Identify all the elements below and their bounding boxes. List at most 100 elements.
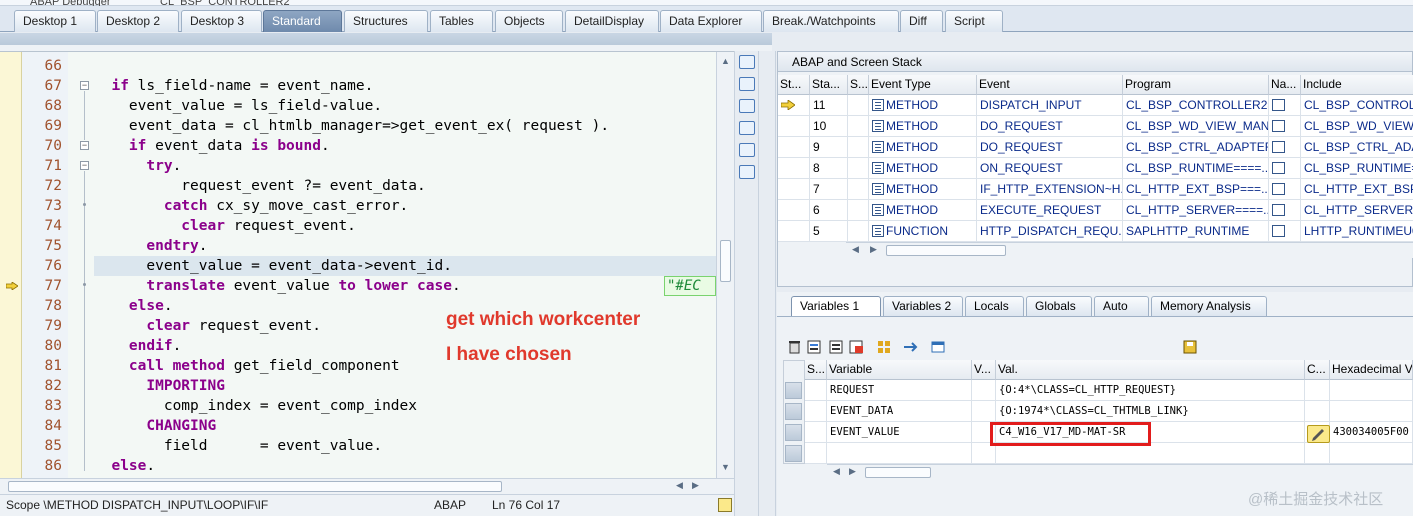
stack-cell[interactable]	[848, 179, 869, 200]
variable-value-cell[interactable]: {O:4*\CLASS=CL_HTTP_REQUEST}	[996, 380, 1305, 401]
copy-icon[interactable]	[739, 77, 755, 91]
code-text[interactable]: CHANGING	[94, 416, 216, 436]
code-text[interactable]: else.	[94, 296, 173, 316]
navigate-icon[interactable]	[1272, 120, 1285, 132]
editor-horizontal-scrollbar[interactable]: ◀ ▶	[0, 478, 734, 494]
code-text[interactable]: clear request_event.	[94, 316, 321, 336]
variable-column-header[interactable]: Variable	[827, 360, 972, 380]
stack-cell[interactable]	[778, 137, 810, 158]
tab-break-watchpoints[interactable]: Break./Watchpoints	[763, 10, 899, 32]
tab-data-explorer[interactable]: Data Explorer	[660, 10, 762, 32]
resize-icon[interactable]	[739, 121, 755, 135]
stack-cell[interactable]: FUNCTION	[869, 221, 977, 242]
variable-column-header[interactable]: C...	[1305, 360, 1330, 380]
code-text[interactable]: endif.	[94, 336, 181, 356]
stack-cell[interactable]	[848, 221, 869, 242]
edit-value-pencil-icon[interactable]	[1307, 425, 1330, 443]
variable-cell[interactable]	[805, 401, 827, 422]
tab-desktop-2[interactable]: Desktop 2	[97, 10, 179, 32]
stack-cell[interactable]	[1269, 95, 1301, 116]
stack-cell[interactable]	[1269, 200, 1301, 221]
stop-icon[interactable]	[739, 55, 755, 69]
stack-column-header[interactable]: Event Type	[869, 75, 977, 95]
tab-detail-display[interactable]: DetailDisplay	[565, 10, 659, 32]
tab-objects[interactable]: Objects	[495, 10, 563, 32]
stack-cell[interactable]	[1269, 116, 1301, 137]
stack-cell[interactable]	[1269, 179, 1301, 200]
scroll-down-icon[interactable]: ▼	[718, 460, 733, 475]
window-icon[interactable]	[931, 340, 946, 354]
stack-cell[interactable]: METHOD	[869, 158, 977, 179]
stack-cell[interactable]: METHOD	[869, 95, 977, 116]
stack-cell[interactable]	[848, 137, 869, 158]
code-text[interactable]: try.	[94, 156, 181, 176]
stack-cell[interactable]: METHOD	[869, 137, 977, 158]
stack-cell[interactable]: CL_HTTP_SERVER====...	[1123, 200, 1269, 221]
stack-cell[interactable]: METHOD	[869, 200, 977, 221]
scroll-left-icon[interactable]: ◀	[833, 466, 840, 477]
variable-cell[interactable]	[805, 380, 827, 401]
stack-column-header[interactable]: S...	[848, 75, 869, 95]
save-icon[interactable]	[1183, 340, 1198, 354]
variable-column-header[interactable]: Hexadecimal V	[1330, 360, 1413, 380]
scroll-right-icon[interactable]: ▶	[849, 466, 856, 477]
stack-cell[interactable]: DISPATCH_INPUT	[977, 95, 1123, 116]
editor-vertical-scrollbar[interactable]: ▲ ▼	[716, 52, 734, 479]
variable-name-cell[interactable]: EVENT_VALUE	[827, 422, 972, 443]
stack-cell[interactable]: LHTTP_RUNTIMEU0	[1301, 221, 1413, 242]
stack-cell[interactable]	[778, 116, 810, 137]
hierarchy-icon[interactable]	[739, 165, 755, 179]
tab-desktop-3[interactable]: Desktop 3	[181, 10, 262, 32]
fullscreen-icon[interactable]	[739, 99, 755, 113]
code-text[interactable]: else.	[94, 456, 155, 476]
variable-cell[interactable]	[1330, 380, 1413, 401]
stack-cell[interactable]: CL_HTTP_EXT_BSP===...	[1123, 179, 1269, 200]
source-code-editor[interactable]: − − − 66 67 if ls_field-name = event_name…	[0, 51, 734, 479]
scroll-thumb[interactable]	[720, 240, 731, 282]
variable-column-header[interactable]: S...	[805, 360, 827, 380]
stack-cell[interactable]: 5	[810, 221, 848, 242]
tab-structures[interactable]: Structures	[344, 10, 428, 32]
stack-cell[interactable]	[778, 158, 810, 179]
variable-name-cell[interactable]: EVENT_DATA	[827, 401, 972, 422]
stack-cell[interactable]	[778, 221, 810, 242]
stack-cell[interactable]	[1269, 158, 1301, 179]
tab-desktop-1[interactable]: Desktop 1	[14, 10, 96, 32]
stack-column-header[interactable]: Event	[977, 75, 1123, 95]
code-text[interactable]: event_data = cl_htmlb_manager=>get_event…	[94, 116, 609, 136]
stack-cell[interactable]	[778, 179, 810, 200]
stack-cell[interactable]: CL_BSP_WD_VIEW_MAN...	[1123, 116, 1269, 137]
stack-cell[interactable]: 11	[810, 95, 848, 116]
scroll-left-icon[interactable]: ◀	[852, 244, 859, 255]
stack-cell[interactable]: 10	[810, 116, 848, 137]
tab-variables-1[interactable]: Variables 1	[791, 296, 881, 316]
tab-variables-2[interactable]: Variables 2	[883, 296, 963, 316]
delete-icon[interactable]	[787, 340, 802, 354]
variable-value-cell[interactable]	[996, 443, 1305, 464]
tab-script[interactable]: Script	[945, 10, 1003, 32]
stack-cell[interactable]	[848, 158, 869, 179]
code-text[interactable]: catch cx_sy_move_cast_error.	[94, 196, 408, 216]
navigate-icon[interactable]	[1272, 225, 1285, 237]
variables-horizontal-scrollbar[interactable]: ◀ ▶	[827, 464, 1413, 480]
variable-cell[interactable]	[1330, 401, 1413, 422]
code-text[interactable]: IMPORTING	[94, 376, 225, 396]
stack-cell[interactable]: CL_BSP_RUNTIME====...	[1123, 158, 1269, 179]
variable-cell[interactable]	[1305, 443, 1330, 464]
code-text[interactable]: comp_index = event_comp_index	[94, 396, 417, 416]
stack-column-header[interactable]: St...	[778, 75, 810, 95]
stack-column-header[interactable]: Sta...	[810, 75, 848, 95]
tab-standard[interactable]: Standard	[263, 10, 342, 32]
stack-cell[interactable]: CL_BSP_CTRL_ADAP	[1301, 137, 1413, 158]
stack-column-header[interactable]: Include	[1301, 75, 1413, 95]
tab-globals[interactable]: Globals	[1026, 296, 1092, 316]
stack-cell[interactable]: EXECUTE_REQUEST	[977, 200, 1123, 221]
variable-column-header[interactable]: V...	[972, 360, 996, 380]
stack-cell[interactable]	[1269, 221, 1301, 242]
variable-cell[interactable]	[1305, 401, 1330, 422]
navigate-icon[interactable]	[1272, 183, 1285, 195]
variable-cell[interactable]	[972, 401, 996, 422]
stack-cell[interactable]: CL_BSP_RUNTIME==	[1301, 158, 1413, 179]
variable-cell[interactable]	[1305, 380, 1330, 401]
stack-cell[interactable]: DO_REQUEST	[977, 116, 1123, 137]
